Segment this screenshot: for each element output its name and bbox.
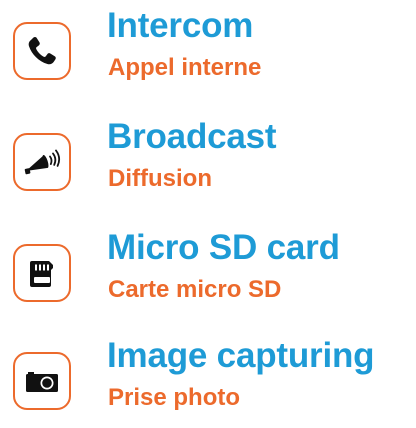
sd-card-icon (13, 244, 71, 302)
feature-title: Broadcast (107, 117, 277, 156)
feature-title: Intercom (107, 6, 254, 45)
camera-icon (13, 352, 71, 410)
feature-title: Micro SD card (107, 228, 340, 267)
megaphone-icon (13, 133, 71, 191)
feature-subtitle: Carte micro SD (108, 276, 282, 303)
feature-subtitle: Appel interne (108, 54, 262, 81)
feature-broadcast: Broadcast Diffusion (0, 117, 416, 209)
phone-icon (13, 22, 71, 80)
feature-list: Intercom Appel interne Broadcast Diffusi… (0, 0, 416, 424)
feature-subtitle: Diffusion (108, 165, 212, 192)
feature-micro-sd: Micro SD card Carte micro SD (0, 228, 416, 320)
feature-title: Image capturing (107, 336, 375, 375)
feature-intercom: Intercom Appel interne (0, 6, 416, 98)
feature-image-capturing: Image capturing Prise photo (0, 336, 416, 428)
feature-subtitle: Prise photo (108, 384, 241, 411)
